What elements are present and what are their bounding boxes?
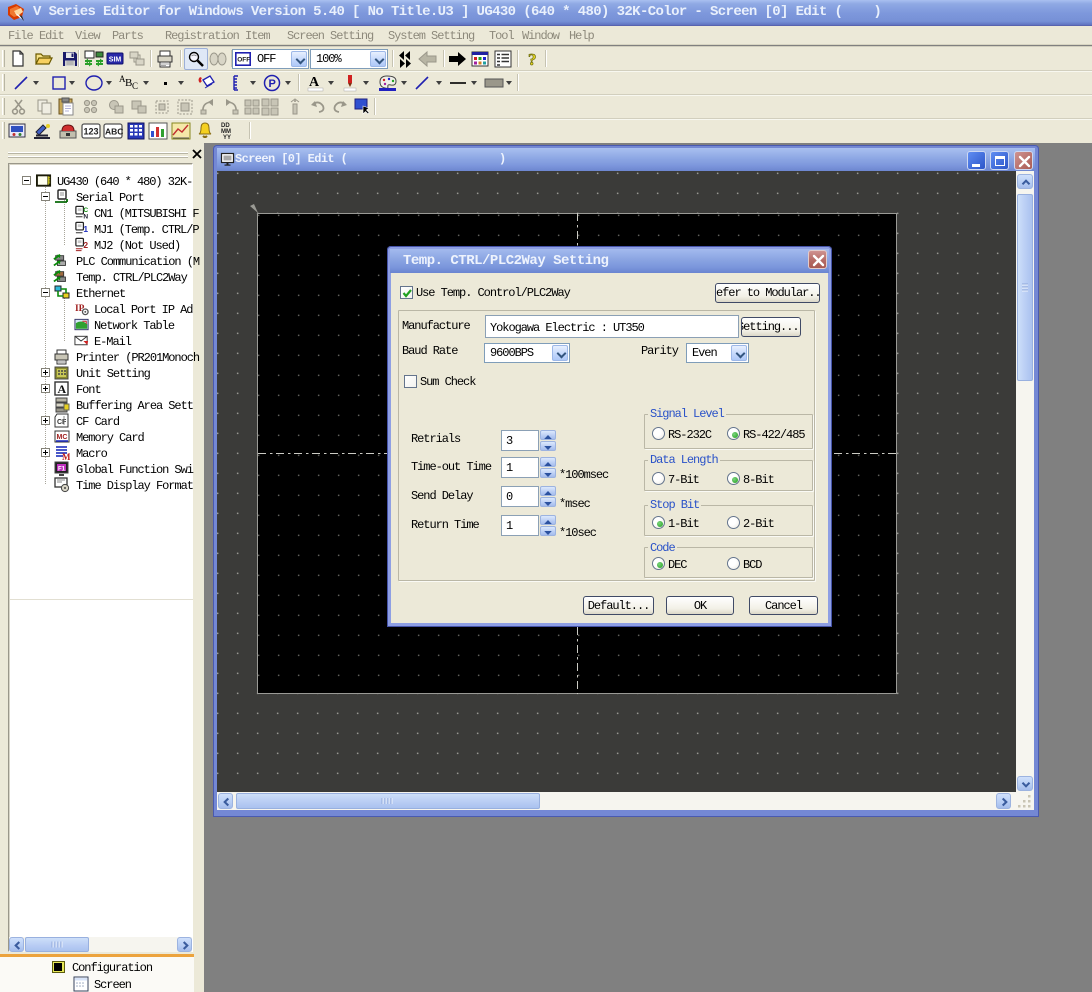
svg-text:A: A — [58, 382, 67, 396]
svg-text:OFF: OFF — [237, 57, 250, 64]
svg-text:1: 1 — [83, 224, 88, 234]
svg-text:123: 123 — [84, 127, 99, 137]
svg-text:2: 2 — [83, 240, 88, 250]
svg-text:M: M — [62, 452, 70, 461]
svg-text:N: N — [83, 214, 88, 221]
svg-text:?: ? — [528, 50, 537, 68]
svg-text:YY: YY — [223, 135, 231, 141]
svg-text:MC: MC — [57, 434, 68, 441]
svg-text:ABC: ABC — [105, 127, 123, 137]
svg-text:P: P — [269, 78, 276, 90]
svg-text:CF: CF — [57, 419, 67, 426]
svg-text:SIM: SIM — [109, 57, 122, 64]
svg-text:F1: F1 — [58, 467, 66, 473]
svg-text:C: C — [132, 81, 138, 91]
